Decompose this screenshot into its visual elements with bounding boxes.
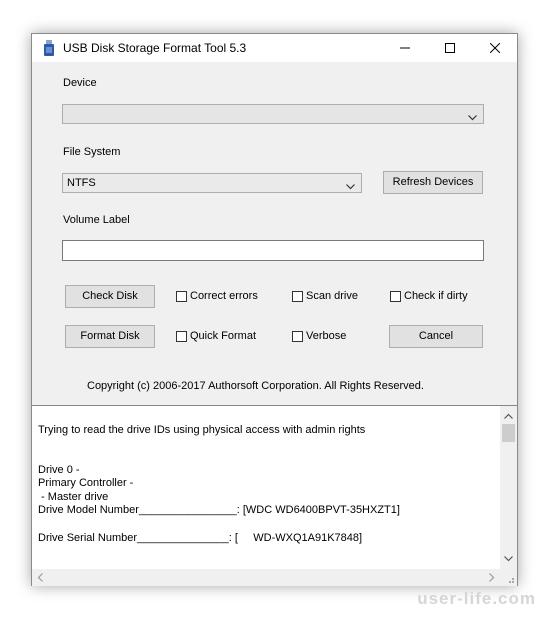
log-line: - Master drive	[38, 491, 109, 503]
checkbox-box	[176, 290, 187, 302]
log-line: Primary Controller -	[38, 477, 134, 489]
checkbox-box	[292, 330, 303, 342]
usb-drive-icon	[43, 40, 55, 59]
checkbox-box	[176, 330, 187, 342]
quick-format-label: Quick Format	[190, 330, 257, 342]
scroll-left-icon[interactable]	[37, 573, 43, 585]
file-system-label: File System	[63, 146, 121, 158]
app-window: USB Disk Storage Format Tool 5.3 Device …	[31, 33, 518, 586]
format-disk-button[interactable]: Format Disk	[65, 325, 155, 348]
checkbox-box	[390, 290, 401, 302]
check-disk-button[interactable]: Check Disk	[65, 285, 155, 308]
refresh-devices-button[interactable]: Refresh Devices	[383, 171, 483, 194]
scroll-right-icon[interactable]	[489, 573, 495, 585]
window-title: USB Disk Storage Format Tool 5.3	[63, 41, 247, 55]
vertical-scrollbar[interactable]	[500, 406, 517, 569]
log-line: Trying to read the drive IDs using physi…	[38, 424, 366, 436]
close-button[interactable]	[472, 34, 517, 62]
chevron-down-icon	[468, 109, 477, 127]
verbose-label: Verbose	[306, 330, 347, 342]
volume-label-input[interactable]	[62, 240, 484, 261]
title-bar[interactable]: USB Disk Storage Format Tool 5.3	[32, 34, 517, 62]
log-output[interactable]: Trying to read the drive IDs using physi…	[32, 405, 517, 586]
maximize-button[interactable]	[427, 34, 472, 62]
scan-drive-checkbox[interactable]: Scan drive	[292, 290, 358, 302]
file-system-value: NTFS	[67, 177, 96, 189]
check-if-dirty-checkbox[interactable]: Check if dirty	[390, 290, 468, 302]
scroll-down-icon[interactable]	[504, 553, 513, 565]
verbose-checkbox[interactable]: Verbose	[292, 330, 346, 342]
volume-label-label: Volume Label	[63, 214, 130, 226]
horizontal-scrollbar[interactable]	[32, 569, 500, 586]
log-line: Drive 0 -	[38, 464, 80, 476]
minimize-button[interactable]	[382, 34, 427, 62]
device-label: Device	[63, 77, 97, 89]
log-line: Drive Model Number________________: [WDC…	[38, 504, 400, 516]
checkbox-box	[292, 290, 303, 302]
chevron-down-icon	[346, 178, 355, 196]
quick-format-checkbox[interactable]: Quick Format	[176, 330, 256, 342]
scroll-thumb[interactable]	[502, 424, 515, 442]
correct-errors-checkbox[interactable]: Correct errors	[176, 290, 258, 302]
resize-grip-icon[interactable]	[500, 569, 517, 586]
maximize-icon	[444, 43, 455, 53]
log-line: Drive Serial Number_______________: [ WD…	[38, 532, 363, 544]
correct-errors-label: Correct errors	[190, 290, 258, 302]
copyright-text: Copyright (c) 2006-2017 Authorsoft Corpo…	[87, 380, 424, 392]
device-select[interactable]	[62, 104, 484, 124]
minimize-icon	[399, 47, 410, 49]
watermark-text: user-life.com	[417, 589, 536, 608]
scroll-up-icon[interactable]	[504, 410, 513, 422]
close-icon	[489, 43, 500, 53]
cancel-button[interactable]: Cancel	[389, 325, 483, 348]
file-system-select[interactable]: NTFS	[62, 173, 362, 193]
scan-drive-label: Scan drive	[306, 290, 358, 302]
check-if-dirty-label: Check if dirty	[404, 290, 468, 302]
